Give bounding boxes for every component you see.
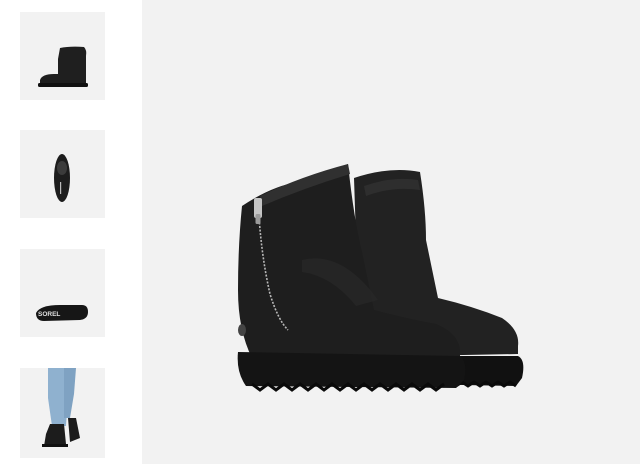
- thumbnail-top-view[interactable]: [20, 130, 105, 218]
- thumbnail-side-view[interactable]: [20, 12, 105, 100]
- boot-top-image: [54, 154, 70, 202]
- thumbnail-strip: SOREL: [0, 0, 142, 464]
- boot-side-image: [38, 46, 88, 87]
- boot-sole-image: SOREL: [36, 305, 88, 321]
- boot-on-model-image: [42, 368, 80, 447]
- boot-pair-image: [237, 164, 524, 392]
- thumbnail-on-model-view[interactable]: [20, 368, 105, 458]
- main-product-image[interactable]: [142, 0, 640, 464]
- sole-brand-text: SOREL: [38, 311, 60, 318]
- thumbnail-sole-view[interactable]: SOREL: [20, 249, 105, 337]
